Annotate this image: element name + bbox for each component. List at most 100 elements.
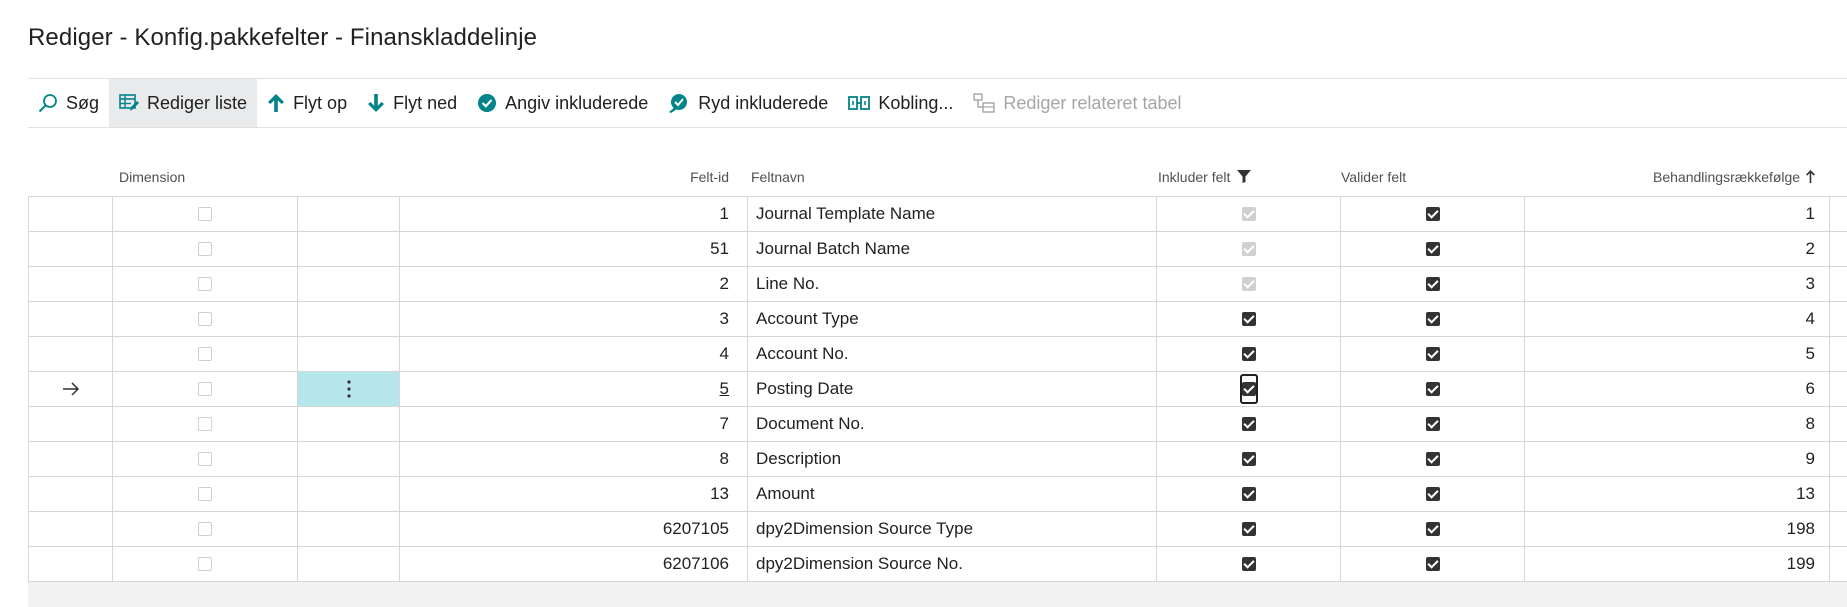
dimension-cell[interactable] (113, 477, 298, 511)
table-row[interactable]: 3 Account Type 4 (29, 302, 1847, 337)
validate-field-cell[interactable] (1341, 512, 1525, 546)
include-field-cell[interactable] (1157, 512, 1341, 546)
include-field-cell[interactable] (1157, 197, 1341, 231)
validate-field-checkbox[interactable] (1425, 207, 1440, 221)
table-row[interactable]: 5 Posting Date 6 (29, 372, 1847, 407)
field-name-cell[interactable]: Description (748, 442, 1157, 476)
processing-order-cell[interactable]: 5 (1525, 337, 1830, 371)
field-id-cell[interactable]: 51 (400, 232, 748, 266)
field-name-cell[interactable]: Account Type (748, 302, 1157, 336)
field-id-cell[interactable]: 6207106 (400, 547, 748, 581)
validate-field-checkbox[interactable] (1425, 347, 1440, 361)
dimension-cell[interactable] (113, 372, 298, 406)
field-id-cell[interactable]: 2 (400, 267, 748, 301)
row-indicator[interactable] (29, 407, 113, 441)
column-header-dimension[interactable]: Dimension (119, 169, 185, 185)
table-row[interactable]: 7 Document No. 8 (29, 407, 1847, 442)
column-header-processing-order[interactable]: Behandlingsrækkefølge (1653, 169, 1815, 185)
dimension-checkbox[interactable] (198, 277, 212, 291)
include-field-checkbox[interactable] (1241, 277, 1256, 291)
row-actions-cell[interactable] (298, 407, 400, 441)
processing-order-cell[interactable]: 8 (1525, 407, 1830, 441)
row-actions-cell[interactable] (298, 547, 400, 581)
row-indicator[interactable] (29, 442, 113, 476)
include-field-checkbox[interactable] (1241, 347, 1256, 361)
dimension-cell[interactable] (113, 267, 298, 301)
dimension-checkbox[interactable] (198, 487, 212, 501)
include-field-cell[interactable] (1157, 442, 1341, 476)
field-id-cell[interactable]: 7 (400, 407, 748, 441)
processing-order-cell[interactable]: 9 (1525, 442, 1830, 476)
field-name-cell[interactable]: Document No. (748, 407, 1157, 441)
dimension-cell[interactable] (113, 512, 298, 546)
table-row[interactable]: 4 Account No. 5 (29, 337, 1847, 372)
include-field-cell[interactable] (1157, 267, 1341, 301)
dimension-cell[interactable] (113, 407, 298, 441)
row-actions-cell[interactable] (298, 337, 400, 371)
include-field-cell[interactable] (1157, 337, 1341, 371)
dimension-cell[interactable] (113, 302, 298, 336)
validate-field-cell[interactable] (1341, 337, 1525, 371)
field-id-cell[interactable]: 13 (400, 477, 748, 511)
row-actions-cell[interactable] (298, 197, 400, 231)
include-field-cell[interactable] (1157, 302, 1341, 336)
row-indicator[interactable] (29, 372, 113, 406)
row-actions-cell[interactable] (298, 267, 400, 301)
row-indicator[interactable] (29, 197, 113, 231)
validate-field-cell[interactable] (1341, 232, 1525, 266)
row-actions-cell[interactable] (298, 512, 400, 546)
field-id-cell[interactable]: 5 (400, 372, 748, 406)
table-row[interactable]: 13 Amount 13 (29, 477, 1847, 512)
validate-field-checkbox[interactable] (1425, 242, 1440, 256)
field-name-cell[interactable]: Amount (748, 477, 1157, 511)
include-field-cell[interactable] (1157, 372, 1341, 406)
include-field-checkbox[interactable] (1241, 382, 1256, 396)
include-field-checkbox[interactable] (1241, 487, 1256, 501)
row-actions-cell[interactable] (298, 302, 400, 336)
dimension-checkbox[interactable] (198, 347, 212, 361)
row-indicator[interactable] (29, 547, 113, 581)
dimension-checkbox[interactable] (198, 417, 212, 431)
field-name-cell[interactable]: Account No. (748, 337, 1157, 371)
include-field-checkbox[interactable] (1241, 557, 1256, 571)
include-field-checkbox[interactable] (1241, 242, 1256, 256)
dimension-checkbox[interactable] (198, 312, 212, 326)
row-indicator[interactable] (29, 232, 113, 266)
validate-field-checkbox[interactable] (1425, 312, 1440, 326)
move-down-button[interactable]: Flyt ned (357, 79, 467, 127)
dimension-cell[interactable] (113, 197, 298, 231)
dimension-cell[interactable] (113, 232, 298, 266)
dimension-cell[interactable] (113, 547, 298, 581)
row-actions-cell[interactable] (298, 232, 400, 266)
processing-order-cell[interactable]: 198 (1525, 512, 1830, 546)
validate-field-checkbox[interactable] (1425, 487, 1440, 501)
field-id-cell[interactable]: 4 (400, 337, 748, 371)
field-name-cell[interactable]: Posting Date (748, 372, 1157, 406)
include-field-cell[interactable] (1157, 232, 1341, 266)
search-button[interactable]: Søg (28, 79, 109, 127)
validate-field-checkbox[interactable] (1425, 277, 1440, 291)
dimension-cell[interactable] (113, 442, 298, 476)
include-field-checkbox[interactable] (1241, 312, 1256, 326)
dimension-checkbox[interactable] (198, 452, 212, 466)
include-field-checkbox[interactable] (1241, 207, 1256, 221)
table-row[interactable]: 8 Description 9 (29, 442, 1847, 477)
validate-field-checkbox[interactable] (1425, 557, 1440, 571)
processing-order-cell[interactable]: 4 (1525, 302, 1830, 336)
column-header-validate-field[interactable]: Valider felt (1341, 169, 1406, 185)
row-indicator[interactable] (29, 512, 113, 546)
table-row[interactable]: 6207105 dpy2Dimension Source Type 198 (29, 512, 1847, 547)
field-name-cell[interactable]: Line No. (748, 267, 1157, 301)
field-name-cell[interactable]: Journal Batch Name (748, 232, 1157, 266)
validate-field-checkbox[interactable] (1425, 417, 1440, 431)
table-row[interactable]: 2 Line No. 3 (29, 267, 1847, 302)
include-field-checkbox[interactable] (1241, 452, 1256, 466)
processing-order-cell[interactable]: 6 (1525, 372, 1830, 406)
field-id-cell[interactable]: 3 (400, 302, 748, 336)
column-header-field-id[interactable]: Felt-id (690, 169, 729, 185)
column-header-field-name[interactable]: Feltnavn (751, 169, 805, 185)
dimension-checkbox[interactable] (198, 382, 212, 396)
include-field-checkbox[interactable] (1241, 417, 1256, 431)
more-options-icon[interactable] (346, 379, 352, 399)
validate-field-cell[interactable] (1341, 547, 1525, 581)
